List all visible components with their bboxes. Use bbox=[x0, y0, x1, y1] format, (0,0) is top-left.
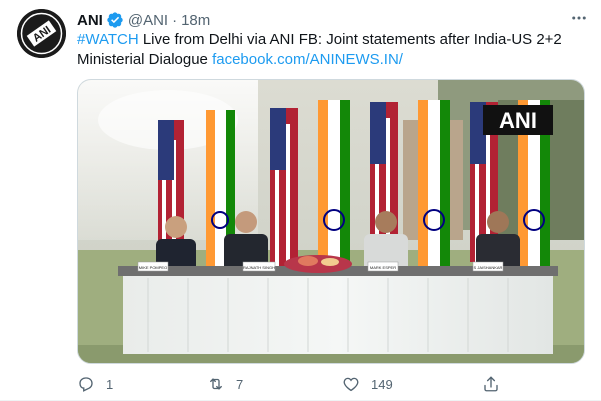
nameplate-2: RAJNATH SINGH bbox=[243, 265, 275, 270]
share-button[interactable] bbox=[482, 372, 511, 396]
tweet[interactable]: ANI ANI @ANI · 18m #WATCH Live from Delh… bbox=[0, 0, 601, 401]
tweet-text-line-1: #WATCH Live from Delhi via ANI FB: Joint… bbox=[77, 30, 587, 50]
nameplate-4: S JAISHANKAR bbox=[474, 265, 503, 270]
nameplate-3: MARK ESPER bbox=[370, 265, 396, 270]
reply-icon bbox=[79, 377, 93, 392]
external-link[interactable]: facebook.com/ANINEWS.IN/ bbox=[212, 51, 403, 68]
retweet-button[interactable]: 7 bbox=[207, 372, 243, 396]
tweet-text-body-2: Ministerial Dialogue bbox=[77, 51, 213, 68]
press-conference-photo: MIKE POMPEO RAJNATH SINGH MARK ESPER S J… bbox=[78, 80, 584, 363]
ani-watermark: ANI bbox=[483, 105, 553, 135]
tweet-header: ANI @ANI · 18m bbox=[77, 10, 210, 30]
tweet-text: #WATCH Live from Delhi via ANI FB: Joint… bbox=[77, 30, 587, 70]
tweet-actions: 1 7 149 bbox=[77, 372, 517, 396]
tweet-media-image[interactable]: MIKE POMPEO RAJNATH SINGH MARK ESPER S J… bbox=[77, 79, 585, 364]
reply-button[interactable]: 1 bbox=[77, 372, 113, 396]
watermark-text: ANI bbox=[499, 108, 537, 133]
ani-logo: ANI bbox=[17, 9, 66, 58]
header-separator: · bbox=[172, 11, 178, 29]
retweet-count: 7 bbox=[236, 376, 244, 392]
reply-count: 1 bbox=[106, 376, 114, 392]
share-icon bbox=[484, 376, 498, 392]
tweet-text-body: Live from Delhi via ANI FB: Joint statem… bbox=[138, 31, 562, 48]
more-options-icon[interactable] bbox=[564, 6, 594, 30]
like-button[interactable]: 149 bbox=[342, 372, 393, 396]
verified-badge-icon bbox=[106, 11, 124, 29]
author-handle[interactable]: @ANI bbox=[128, 12, 168, 29]
like-count: 149 bbox=[371, 376, 393, 392]
author-name[interactable]: ANI bbox=[77, 12, 103, 29]
retweet-icon bbox=[210, 378, 222, 390]
author-avatar[interactable]: ANI bbox=[17, 9, 66, 58]
nameplate-1: MIKE POMPEO bbox=[139, 265, 167, 270]
hashtag-link[interactable]: #WATCH bbox=[77, 31, 139, 48]
tweet-text-line-2: Ministerial Dialogue facebook.com/ANINEW… bbox=[77, 50, 587, 70]
heart-icon bbox=[343, 377, 359, 392]
tweet-timestamp[interactable]: 18m bbox=[181, 12, 210, 29]
